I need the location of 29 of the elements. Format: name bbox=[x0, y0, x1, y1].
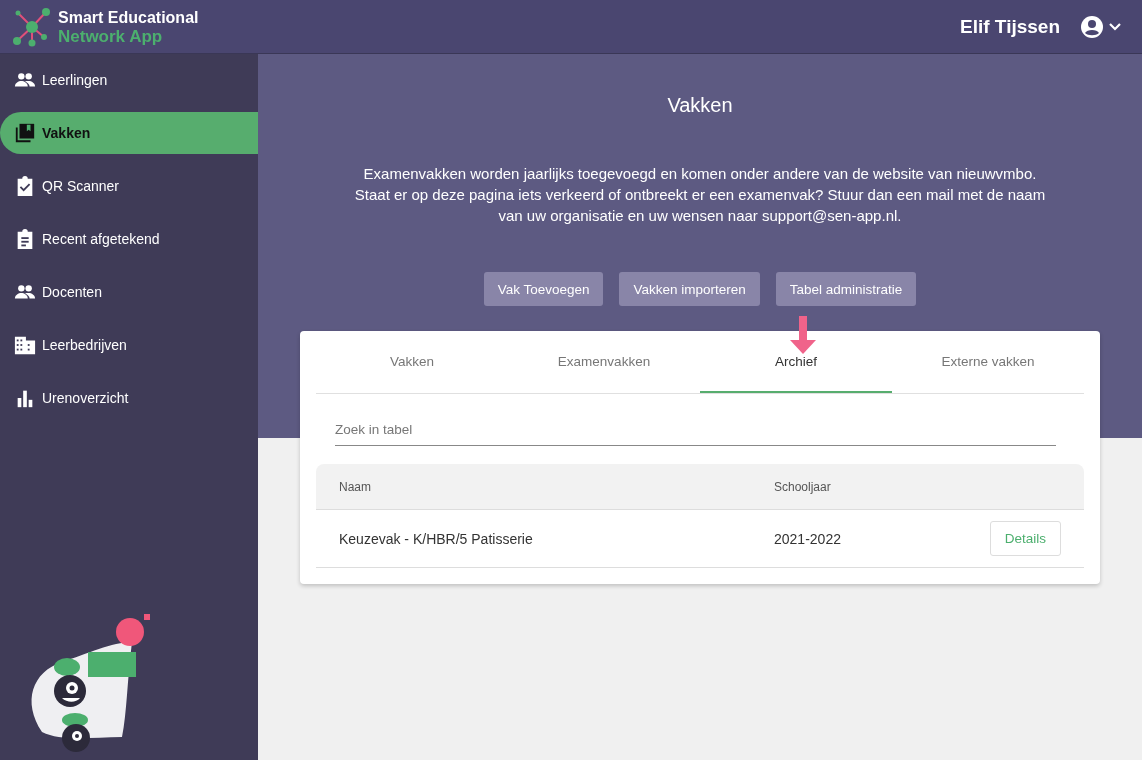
table-cell-text: 2021-2022 bbox=[774, 530, 842, 547]
tab[interactable]: Vakken bbox=[316, 331, 508, 393]
sidebar-item[interactable]: Leerlingen bbox=[0, 59, 258, 101]
action-button[interactable]: Tabel administratie bbox=[775, 272, 917, 306]
books-icon bbox=[14, 122, 36, 144]
logo-title: Smart Educational bbox=[58, 7, 199, 27]
account-menu-button[interactable] bbox=[1080, 14, 1122, 39]
table-cell-text: Keuzevak - K/HBR/5 Patisserie bbox=[338, 530, 534, 547]
sidebar-item[interactable]: Docenten bbox=[0, 271, 258, 313]
action-button[interactable]: Vak Toevoegen bbox=[483, 272, 604, 306]
page-title: Vakken bbox=[667, 94, 733, 117]
sidebar-item[interactable]: Urenoverzicht bbox=[0, 377, 258, 419]
sidebar-item[interactable]: QR Scanner bbox=[0, 165, 258, 207]
tab[interactable]: Archief bbox=[700, 331, 892, 393]
tab[interactable]: Examenvakken bbox=[508, 331, 700, 393]
sidebar-item[interactable]: Vakken bbox=[0, 112, 258, 154]
account-icon bbox=[1080, 14, 1104, 39]
column-header: Schooljaar bbox=[774, 479, 832, 494]
network-logo-icon bbox=[12, 6, 52, 47]
sidebar-item[interactable]: Recent afgetekend bbox=[0, 218, 258, 260]
tab[interactable]: Externe vakken bbox=[892, 331, 1084, 393]
logo-subtitle: Network App bbox=[58, 26, 164, 46]
column-header: Naam bbox=[338, 479, 372, 494]
intro-text: Examenvakken worden jaarlijks toegevoegd en komen onder andere van de website van nieuwvmbo. Staat er op deze pagina iets verkeerd of ontbreekt er een examenvak? Stuur dan een mail met de naam van uw organisatie en uw wensen naar support@sen-app.nl. bbox=[353, 164, 1047, 226]
action-button[interactable]: Vakken importeren bbox=[619, 272, 760, 306]
sidebar-item[interactable]: Leerbedrijven bbox=[0, 324, 258, 366]
pointer-arrow bbox=[789, 316, 817, 356]
user-name: Elif Tijssen bbox=[960, 15, 1060, 38]
building-icon bbox=[14, 334, 36, 356]
